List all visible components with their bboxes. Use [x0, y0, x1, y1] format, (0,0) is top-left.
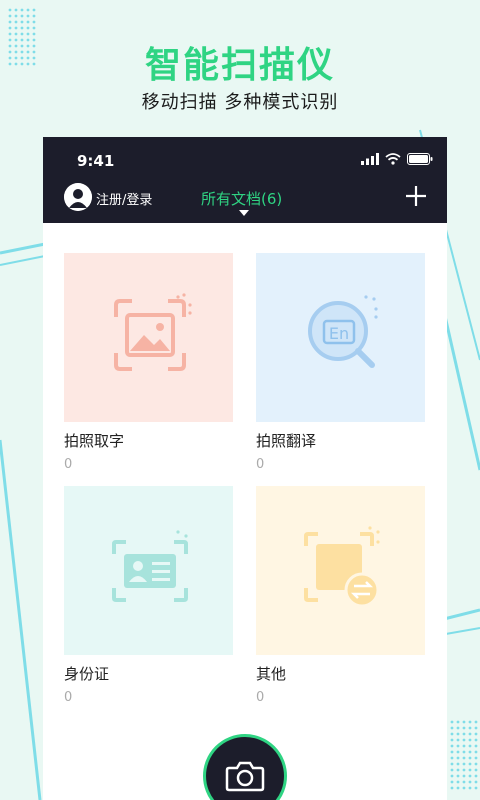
sparkle-decoration — [176, 530, 188, 548]
card-tile[interactable] — [64, 253, 233, 422]
card-count: 0 — [256, 690, 265, 705]
card-title: 拍照取字 — [64, 432, 125, 450]
status-icons — [361, 153, 433, 165]
tab-all-documents[interactable]: 所有文档(6) — [201, 188, 282, 209]
battery-icon — [407, 153, 433, 165]
sparkle-decoration — [364, 295, 378, 319]
avatar[interactable] — [64, 183, 92, 211]
card-tile[interactable]: En — [256, 253, 425, 422]
sparkle-decoration — [176, 293, 192, 315]
phone-screen: 9:41 注册/登录 所有文档(6) 拍照取字 0 En 拍照翻译 0 身份证 … — [43, 137, 447, 800]
camera-icon — [225, 761, 265, 792]
top-bar: 9:41 注册/登录 所有文档(6) — [43, 137, 447, 223]
card-title: 身份证 — [64, 665, 110, 683]
promo-subtitle: 移动扫描 多种模式识别 — [141, 92, 339, 113]
status-time: 9:41 — [77, 152, 115, 170]
tab-indicator-icon — [239, 210, 249, 216]
card-title: 其他 — [256, 665, 287, 683]
add-button[interactable] — [405, 185, 427, 207]
card-photo-ocr[interactable]: 拍照取字 0 — [64, 253, 235, 472]
login-register-link[interactable]: 注册/登录 — [96, 189, 152, 208]
wifi-icon — [385, 153, 401, 165]
card-tile[interactable] — [64, 486, 233, 655]
svg-text:En: En — [329, 324, 349, 343]
card-other[interactable]: 其他 0 — [256, 486, 427, 705]
sparkle-decoration — [368, 526, 380, 544]
user-icon — [64, 183, 92, 211]
camera-button[interactable] — [203, 734, 287, 800]
card-count: 0 — [64, 457, 73, 472]
card-title: 拍照翻译 — [256, 432, 317, 450]
card-photo-translate[interactable]: En 拍照翻译 0 — [256, 253, 427, 472]
signal-icon — [361, 153, 379, 165]
card-tile[interactable] — [256, 486, 425, 655]
promo-title: 智能扫描仪 — [144, 45, 335, 86]
card-count: 0 — [256, 457, 265, 472]
card-id-card[interactable]: 身份证 0 — [64, 486, 235, 705]
card-count: 0 — [64, 690, 73, 705]
